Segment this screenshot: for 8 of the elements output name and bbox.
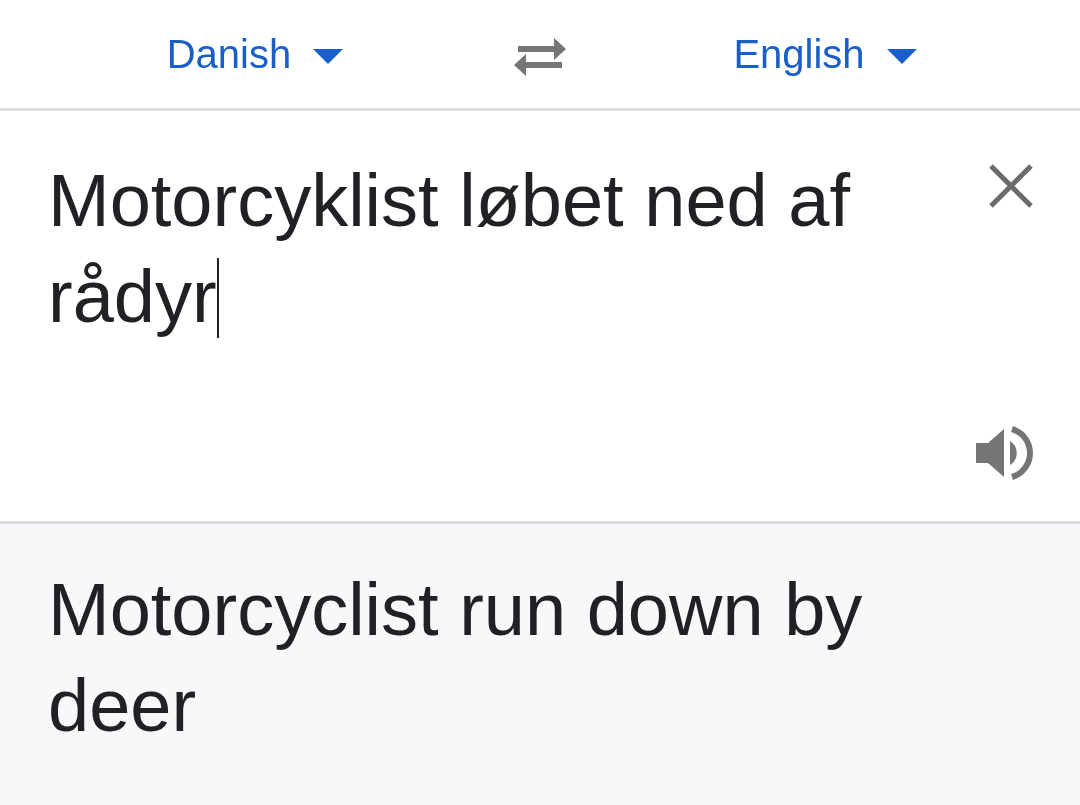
source-language-dropdown[interactable]: Danish	[158, 31, 352, 77]
caret-icon	[313, 49, 344, 65]
close-icon[interactable]	[988, 163, 1034, 209]
caret-icon	[886, 49, 917, 65]
source-text-input[interactable]: Motorcyklist løbet ned af rådyr	[0, 153, 928, 345]
target-language-dropdown[interactable]: English	[725, 31, 925, 77]
translation-text: Motorcyclist run down by deer	[47, 567, 864, 749]
speaker-icon[interactable]	[974, 423, 1034, 483]
